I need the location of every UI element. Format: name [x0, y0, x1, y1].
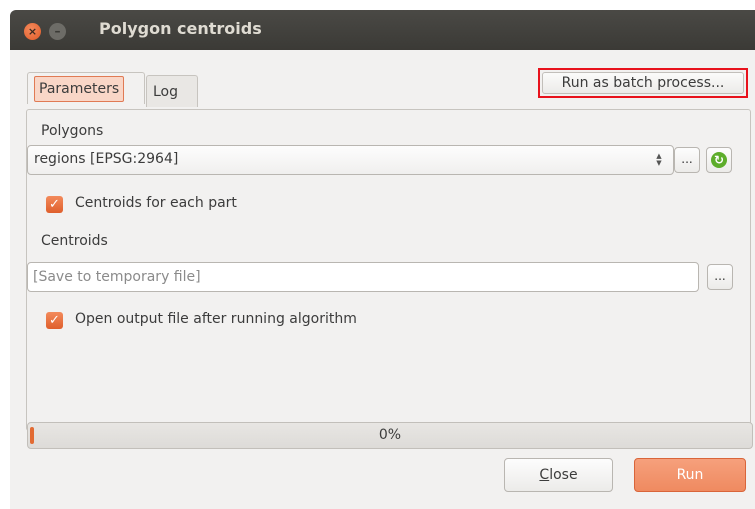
tab-parameters[interactable]: Parameters [27, 72, 145, 104]
centroids-output-input[interactable] [33, 267, 683, 287]
close-mnemonic: C [539, 467, 550, 483]
close-label-rest: lose [549, 467, 578, 483]
checkmark-icon: ✓ [49, 197, 60, 212]
minimize-icon[interactable]: – [49, 23, 66, 40]
open-output-checkbox[interactable]: ✓ [46, 312, 63, 329]
checkmark-icon: ✓ [49, 313, 60, 328]
polygons-browse-button[interactable]: ... [674, 147, 700, 173]
refresh-icon: ↻ [711, 152, 727, 168]
tab-parameters-label: Parameters [34, 76, 125, 102]
close-icon[interactable]: × [24, 23, 41, 40]
progress-bar: 0% [27, 422, 753, 449]
progress-text: 0% [378, 427, 402, 443]
polygons-selected-value: regions [EPSG:2964] [34, 151, 179, 167]
dialog-body: Parameters Log Run as batch process... P… [10, 50, 755, 509]
tab-log[interactable]: Log [146, 75, 198, 107]
window-titlebar: × – Polygon centroids [10, 10, 755, 50]
polygons-label: Polygons [41, 123, 104, 139]
run-as-batch-button[interactable]: Run as batch process... [542, 72, 744, 94]
centroids-each-part-checkbox[interactable]: ✓ [46, 196, 63, 213]
tab-log-label: Log [153, 84, 179, 100]
batch-highlight: Run as batch process... [538, 68, 748, 98]
window-title: Polygon centroids [99, 19, 262, 38]
spinner-arrows-icon: ▲ ▼ [656, 152, 662, 167]
open-output-label: Open output file after running algorithm [75, 311, 357, 327]
polygons-select[interactable]: regions [EPSG:2964] ▲ ▼ [27, 145, 674, 175]
centroids-label: Centroids [41, 233, 108, 249]
centroids-output-field[interactable] [27, 262, 699, 292]
close-button[interactable]: Close [504, 458, 613, 492]
iterate-button[interactable]: ↻ [706, 147, 732, 173]
run-button[interactable]: Run [634, 458, 746, 492]
centroids-each-part-label: Centroids for each part [75, 195, 237, 211]
centroids-browse-button[interactable]: ... [707, 264, 733, 290]
